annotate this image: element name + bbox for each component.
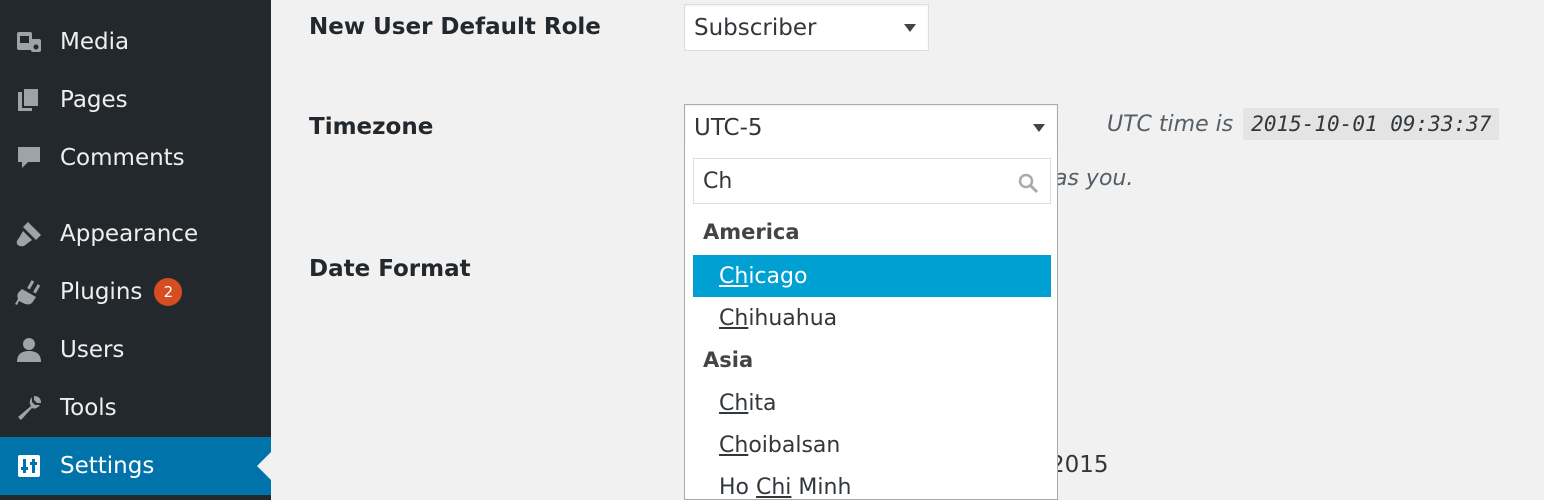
chevron-down-icon	[1033, 124, 1045, 132]
option-text: Minh	[791, 474, 852, 500]
option-match-text: Ch	[719, 263, 749, 289]
timezone-search-input[interactable]	[703, 168, 1003, 194]
option-match-text: Ch	[719, 432, 749, 458]
pages-icon	[14, 85, 44, 115]
sidebar-item-pages[interactable]: Pages	[0, 71, 271, 129]
default-role-select[interactable]: Subscriber	[684, 4, 929, 51]
sidebar-item-settings[interactable]: Settings	[0, 437, 271, 495]
sidebar-item-label: Media	[60, 29, 130, 55]
chevron-down-icon	[904, 23, 916, 32]
date-format-preview: 2015	[1050, 452, 1109, 478]
sidebar-item-media[interactable]: Media	[0, 13, 271, 71]
settings-icon	[14, 451, 44, 481]
sidebar-item-label: Users	[60, 337, 125, 363]
timezone-option-choibalsan[interactable]: Ch oibalsan	[693, 424, 1051, 466]
sidebar-item-label: Comments	[60, 145, 185, 171]
timezone-option-chita[interactable]: Ch ita	[693, 382, 1051, 424]
sidebar-item-appearance[interactable]: Appearance	[0, 205, 271, 263]
sidebar-item-label: Tools	[60, 395, 117, 421]
option-text: oibalsan	[748, 432, 841, 458]
option-match-text: Ch	[719, 390, 749, 416]
option-group-asia: Asia	[703, 348, 754, 372]
tools-icon	[14, 393, 44, 423]
appearance-icon	[14, 219, 44, 249]
option-text: ita	[748, 390, 777, 416]
option-match-text: Chi	[756, 474, 792, 500]
sidebar-item-label: Settings	[60, 453, 155, 479]
timezone-option-ho-chi-minh[interactable]: Ho Chi Minh	[693, 466, 1051, 500]
option-text: Ho	[719, 474, 756, 500]
timezone-description: as you.	[1054, 166, 1134, 191]
utc-time-prefix: UTC time is	[1107, 111, 1234, 137]
default-role-label: New User Default Role	[309, 14, 601, 40]
sidebar-item-users[interactable]: Users	[0, 321, 271, 379]
utc-time-value: 2015-10-01 09:33:37	[1243, 108, 1500, 140]
timezone-value: UTC-5	[694, 115, 763, 141]
plugins-icon	[14, 277, 44, 307]
timezone-select[interactable]: UTC-5	[684, 104, 1058, 152]
timezone-option-chihuahua[interactable]: Ch ihuahua	[693, 297, 1051, 339]
timezone-search-box	[693, 158, 1051, 204]
sidebar-item-label: Plugins	[60, 279, 143, 305]
sidebar-item-label: Appearance	[60, 221, 199, 247]
timezone-label: Timezone	[309, 114, 434, 140]
utc-time-info: UTC time is 2015-10-01 09:33:37	[1107, 108, 1500, 140]
default-role-value: Subscriber	[694, 14, 817, 41]
option-text: ihuahua	[748, 305, 838, 331]
option-group-america: America	[703, 220, 800, 244]
media-icon	[14, 27, 44, 57]
plugin-update-count-badge: 2	[154, 278, 183, 306]
sidebar-item-comments[interactable]: Comments	[0, 129, 271, 187]
sidebar-item-plugins[interactable]: Plugins 2	[0, 263, 271, 321]
sidebar-item-label: Pages	[60, 87, 128, 113]
timezone-dropdown: America Chicago Chihuahua Asia Chita Cho…	[684, 148, 1058, 500]
date-format-label: Date Format	[309, 256, 471, 282]
admin-sidebar: Media Pages Comments Appearance Plugins …	[0, 0, 271, 500]
search-icon	[1018, 173, 1039, 194]
option-text: icago	[748, 263, 808, 289]
timezone-option-chicago[interactable]: Ch icago	[693, 255, 1051, 297]
users-icon	[14, 335, 44, 365]
sidebar-item-tools[interactable]: Tools	[0, 379, 271, 437]
comments-icon	[14, 143, 44, 173]
option-match-text: Ch	[719, 305, 749, 331]
